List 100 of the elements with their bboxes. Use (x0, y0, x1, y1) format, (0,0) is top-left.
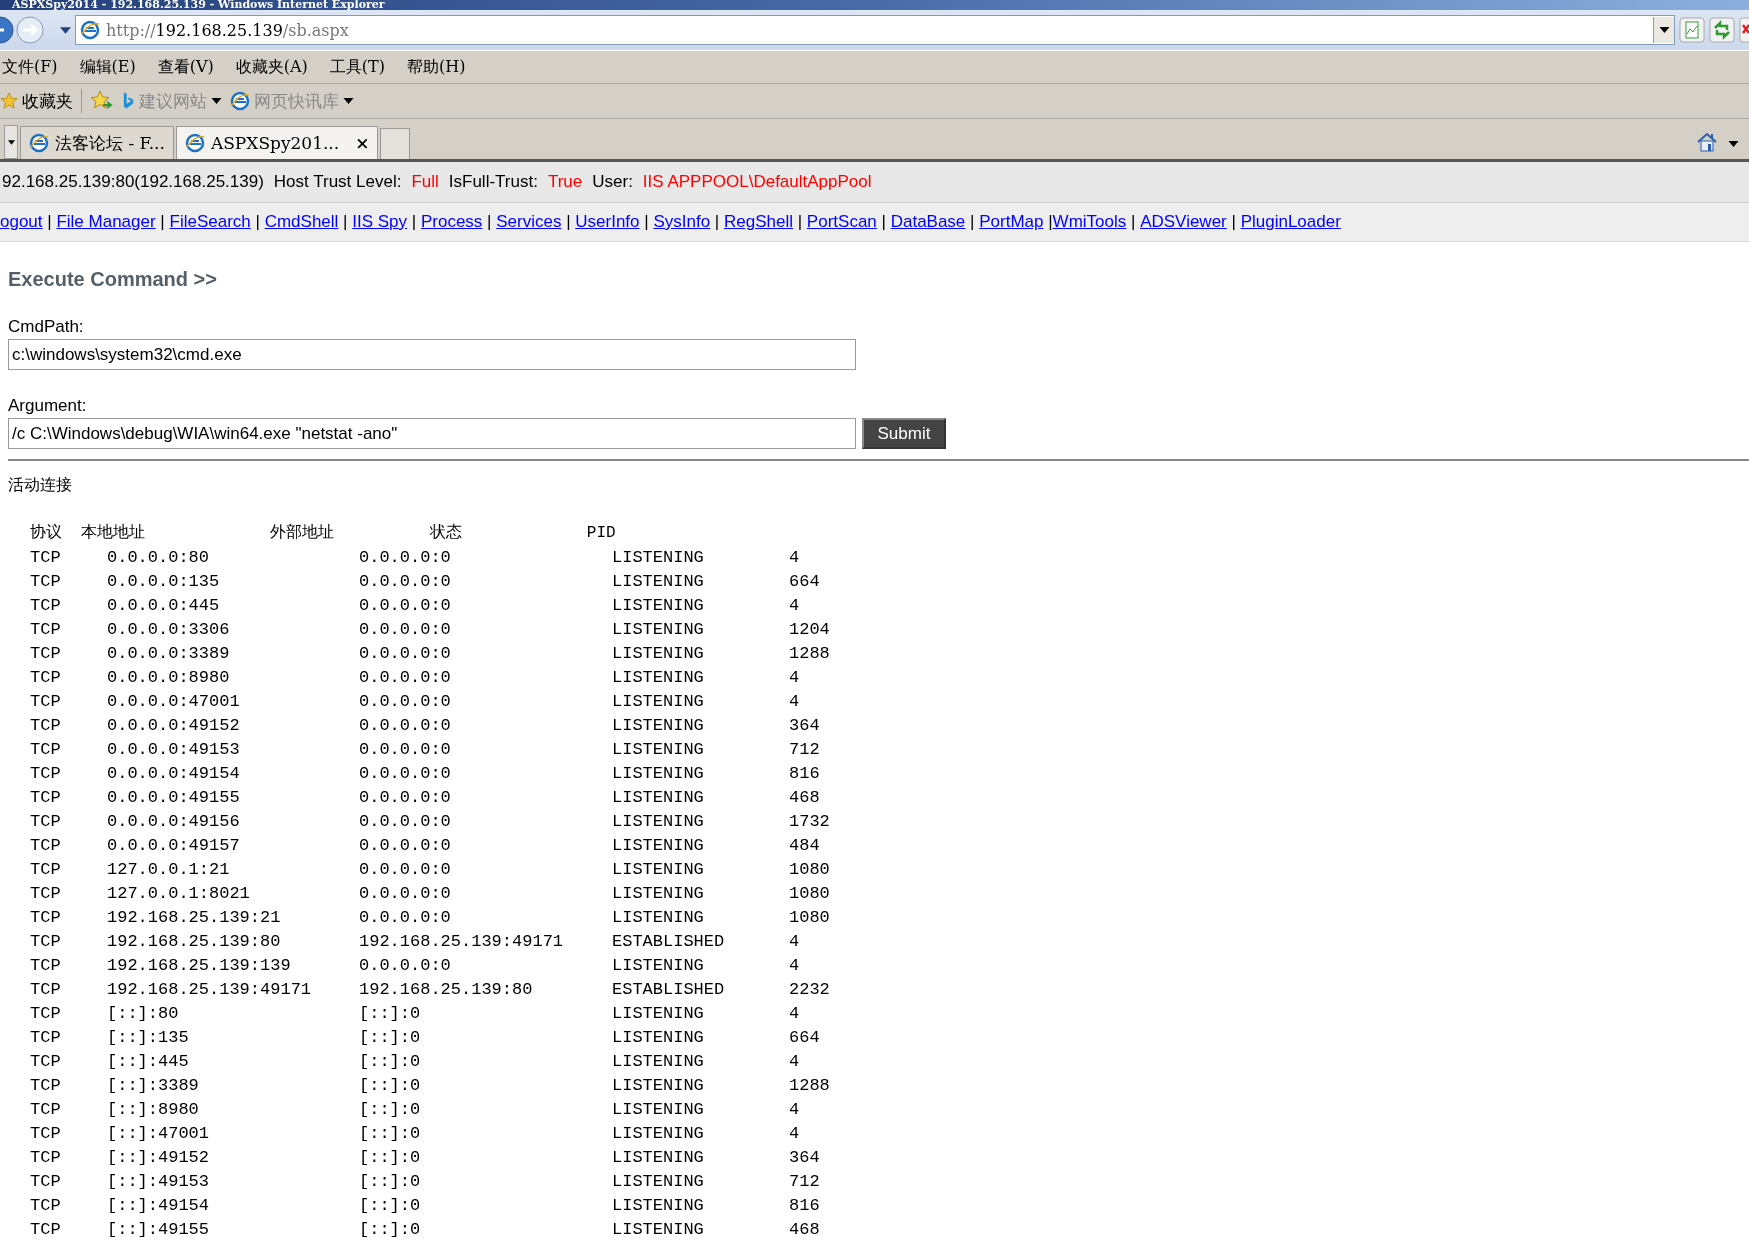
ie-icon (29, 133, 49, 153)
table-cell-text: 4 (789, 931, 801, 953)
table-cell-text: 192.168.25.139:139 (107, 955, 292, 977)
table-cell-text: [::]:80 (107, 1003, 180, 1025)
table-cell-text: 1080 (789, 907, 831, 929)
dropdown-arrow-icon[interactable] (60, 26, 71, 34)
table-cell-text: LISTENING (612, 1099, 705, 1121)
nav-link[interactable]: DataBase (890, 212, 966, 232)
table-cell-text: [::]:3389 (107, 1075, 200, 1097)
info-label: 92.168.25.139:80(192.168.25.139) (2, 172, 264, 192)
close-tab-button[interactable]: × (355, 133, 370, 153)
dropdown-arrow-icon[interactable] (1728, 141, 1739, 147)
table-cell-text: 1732 (789, 811, 831, 833)
table-cell-text: TCP (30, 571, 62, 593)
table-cell-text: TCP (30, 691, 62, 713)
nav-link[interactable]: SysInfo (653, 212, 711, 232)
nav-link[interactable]: IIS Spy (352, 212, 408, 232)
nav-link[interactable]: UserInfo (575, 212, 640, 232)
favorites-button[interactable]: 收藏夹 (0, 89, 73, 113)
address-field[interactable]: http://192.168.25.139/sb.aspx (75, 15, 1675, 45)
table-cell-text: LISTENING (612, 1171, 705, 1193)
separator: | (1047, 212, 1053, 232)
nav-link[interactable]: ADSViewer (1140, 212, 1227, 232)
nav-link[interactable]: Services (496, 212, 562, 232)
nav-link[interactable]: PortMap (979, 212, 1044, 232)
table-cell-text: [::]:49153 (107, 1171, 211, 1193)
table-cell-text: 484 (789, 835, 821, 857)
table-cell-text: 192.168.25.139:21 (107, 907, 282, 929)
table-cell-text: TCP (30, 931, 62, 953)
table-cell-text: 0.0.0.0:49156 (107, 811, 241, 833)
table-cell-text: 468 (789, 1219, 821, 1241)
menu-item[interactable]: 收藏夹(A) (233, 56, 310, 78)
table-cell-text: 0.0.0.0:0 (359, 763, 452, 785)
table-cell-text: LISTENING (612, 691, 705, 713)
nav-link[interactable]: CmdShell (264, 212, 339, 232)
nav-link[interactable]: PortScan (806, 212, 877, 232)
field-label: Argument: (8, 396, 88, 416)
table-cell-text: LISTENING (612, 571, 705, 593)
menu-item[interactable]: 查看(V) (155, 56, 216, 78)
table-cell-text: TCP (30, 739, 62, 761)
nav-link[interactable]: File Manager (56, 212, 156, 232)
table-cell-text: 1288 (789, 643, 831, 665)
table-cell-text: TCP (30, 907, 62, 929)
table-cell-text: 0.0.0.0:0 (359, 595, 452, 617)
separator: | (410, 212, 418, 232)
table-cell-text: [::]:0 (359, 1171, 422, 1193)
home-icon[interactable] (1696, 131, 1718, 153)
nav-link[interactable]: WmiTools (1052, 212, 1127, 232)
table-cell-text: 0.0.0.0:3306 (107, 619, 231, 641)
table-cell-text: 0.0.0.0:0 (359, 571, 452, 593)
browser-tab[interactable]: ASPXSpy201... × (175, 126, 379, 159)
table-cell-text: 4 (789, 1051, 801, 1073)
table-cell-text: LISTENING (612, 1147, 705, 1169)
table-cell-text: LISTENING (612, 1123, 705, 1145)
table-cell-text: [::]:0 (359, 1219, 422, 1241)
separator: | (969, 212, 976, 232)
table-cell-text: [::]:0 (359, 1123, 422, 1145)
separator: | (159, 212, 166, 232)
table-cell-text: TCP (30, 883, 62, 905)
table-cell-text: 0.0.0.0:49155 (107, 787, 241, 809)
nav-link[interactable]: PluginLoader (1240, 212, 1341, 232)
table-cell-text: [::]:47001 (107, 1123, 211, 1145)
table-cell-text: 816 (789, 1195, 821, 1217)
refresh-icon[interactable] (1709, 17, 1735, 43)
address-dropdown-button[interactable] (1653, 17, 1674, 43)
browser-tab[interactable]: 法客论坛 - F... (20, 126, 174, 159)
menu-item[interactable]: 工具(T) (327, 56, 387, 78)
nav-link[interactable]: RegShell (724, 212, 793, 232)
table-cell-text: 1080 (789, 859, 831, 881)
b-logo-icon (122, 91, 135, 111)
nav-link[interactable]: FileSearch (169, 212, 251, 232)
table-cell-text: TCP (30, 1003, 62, 1025)
table-cell-text: LISTENING (612, 667, 705, 689)
add-favorite-icon[interactable] (90, 90, 114, 112)
menu-item[interactable]: 文件(F) (0, 56, 60, 78)
table-cell-text: 0.0.0.0:0 (359, 619, 452, 641)
page-icon (80, 20, 100, 40)
table-cell-text: 4 (789, 1123, 801, 1145)
table-cell-text: 192.168.25.139:49171 (107, 979, 313, 1001)
cmdpath-field[interactable]: c:\windows\system32\cmd.exe (8, 339, 856, 370)
quick-tabs-button[interactable] (4, 125, 18, 159)
table-cell-text: TCP (30, 979, 62, 1001)
nav-link[interactable]: Process (420, 212, 483, 232)
table-cell-text: TCP (30, 835, 62, 857)
table-cell-text: 0.0.0.0:0 (359, 835, 452, 857)
nav-link[interactable]: ogout (0, 212, 43, 232)
table-cell-text: 1288 (789, 1075, 831, 1097)
table-cell-text: [::]:445 (107, 1051, 190, 1073)
table-cell-text: 0.0.0.0:8980 (107, 667, 231, 689)
ie-icon (184, 133, 205, 153)
menu-item[interactable]: 编辑(E) (77, 56, 138, 78)
table-cell-text: 4 (789, 667, 801, 689)
table-cell-text: 4 (789, 547, 801, 569)
submit-button[interactable]: Submit (862, 418, 946, 449)
stop-icon[interactable] (1739, 17, 1749, 43)
argument-field[interactable]: /c C:\Windows\debug\WIA\win64.exe "netstat -ano" (8, 418, 856, 449)
table-cell-text: LISTENING (612, 1195, 705, 1217)
info-label: User: (592, 172, 633, 192)
menu-item[interactable]: 帮助(H) (405, 56, 468, 78)
table-cell-text: [::]:0 (359, 1027, 422, 1049)
